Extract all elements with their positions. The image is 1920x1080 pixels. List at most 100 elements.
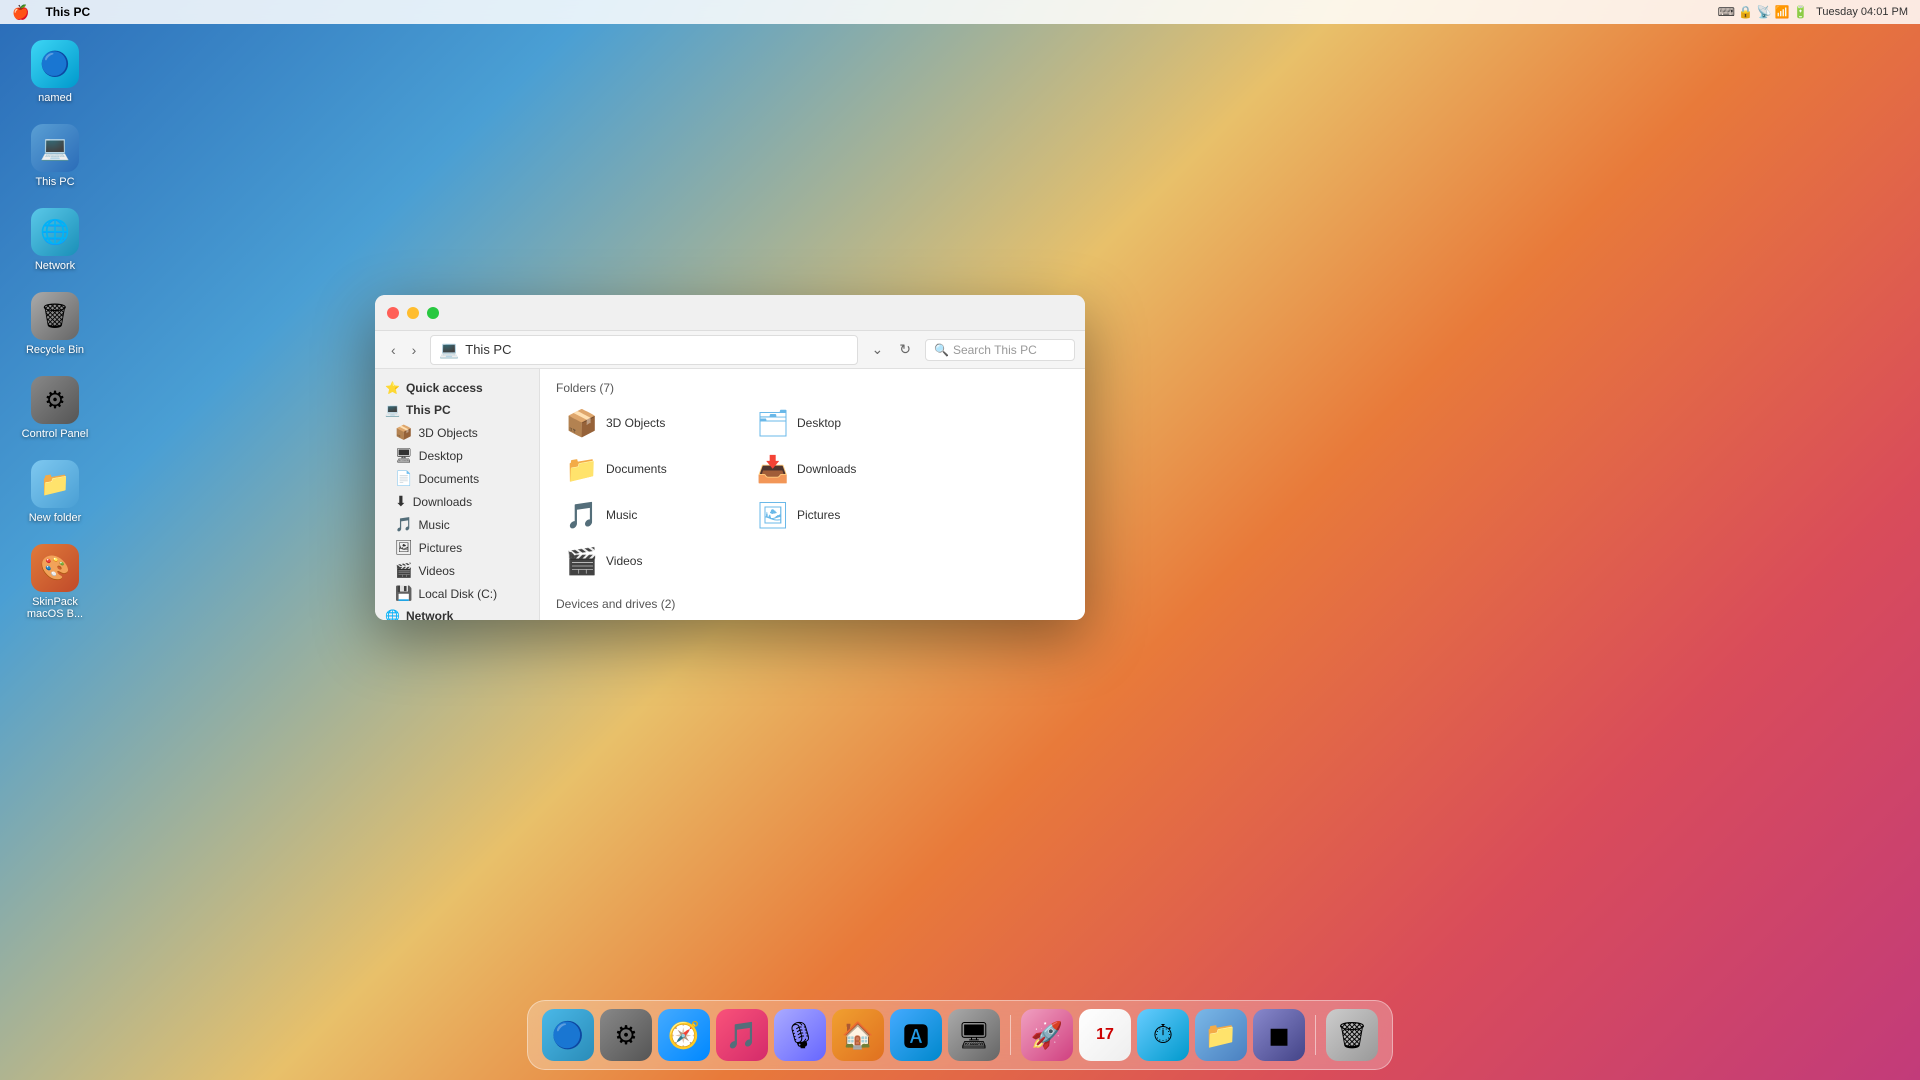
folder-videos-icon: 🎬 [566,547,598,575]
drive-item-c[interactable]: Local Disk (C:) 28.8 GB free of 49.4 GB [556,619,756,620]
downloads-icon: ⬇ [395,493,407,510]
main-content: Folders (7) 📦 3D Objects 🗂 Desktop 📁 Doc… [540,369,1085,620]
search-icon: 🔍 [934,343,949,357]
control-icon: ⚙ [31,376,79,424]
dock-item-finder[interactable]: 🔵 [542,1009,594,1061]
sidebar: ⭐ Quick access 💻 This PC 📦 3D Objects 🖥 … [375,369,540,620]
dock-item-trash[interactable]: 🗑 [1326,1009,1378,1061]
dock-item-safari[interactable]: 🧭 [658,1009,710,1061]
sidebar-item-documents[interactable]: 📄 Documents [383,467,539,490]
folder-downloads-name: Downloads [797,462,856,476]
desktop-icon-recycle[interactable]: 🗑 Recycle Bin [20,292,90,356]
folder-item-documents[interactable]: 📁 Documents [556,449,741,489]
folder-desktop-name: Desktop [797,416,841,430]
sidebar-thispc-icon: 💻 [385,403,400,417]
folder-item-3dobjects[interactable]: 📦 3D Objects [556,403,741,443]
folder-item-desktop[interactable]: 🗂 Desktop [747,403,932,443]
desktop-icon-container: 🔵 named 💻 This PC 🌐 Network 🗑 Recycle Bi… [20,40,90,620]
desktop-icon-newfolder[interactable]: 📁 New folder [20,460,90,524]
sidebar-thispc-items: 📦 3D Objects 🖥 Desktop 📄 Documents ⬇ Dow… [375,421,539,605]
sidebar-item-pictures[interactable]: 🖼 Pictures [383,536,539,559]
network-icon: 🌐 [31,208,79,256]
dock-item-siri[interactable]: 🎙 [774,1009,826,1061]
control-label: Control Panel [22,428,89,440]
documents-icon: 📄 [395,470,412,487]
named-icon: 🔵 [31,40,79,88]
toolbar-controls: ⌄ ↻ [866,338,917,361]
search-placeholder: Search This PC [953,343,1037,357]
folder-documents-icon: 📁 [566,455,598,483]
dock-item-prefs[interactable]: ⚙ [600,1009,652,1061]
sidebar-network-label: Network [406,609,453,620]
window-minimize-button[interactable] [407,307,419,319]
sidebar-item-localdisk[interactable]: 💾 Local Disk (C:) [383,582,539,605]
explorer-window: ‹ › 💻 This PC ⌄ ↻ 🔍 Search This PC ⭐ Qui… [375,295,1085,620]
network-sidebar-icon: 🌐 [385,609,400,620]
dock-item-timemachine[interactable]: ⏱ [1137,1009,1189,1061]
menubar-left: 🍎 This PC [12,4,90,21]
refresh-button[interactable]: ↻ [893,338,917,361]
sidebar-quick-access[interactable]: ⭐ Quick access [375,377,539,399]
address-bar-text: This PC [465,342,511,357]
sidebar-thispc-label: This PC [406,403,451,417]
forward-button[interactable]: › [406,339,423,361]
apple-menu-icon[interactable]: 🍎 [12,4,29,21]
dock-item-scapple[interactable]: ◼ [1253,1009,1305,1061]
drive-grid: Local Disk (C:) 28.8 GB free of 49.4 GB [556,619,1069,620]
localdisk-sidebar-icon: 💾 [395,585,412,602]
pictures-icon: 🖼 [395,539,413,556]
desktop-icon-control[interactable]: ⚙ Control Panel [20,376,90,440]
desktop-icon-named[interactable]: 🔵 named [20,40,90,104]
window-close-button[interactable] [387,307,399,319]
folder-music-name: Music [606,508,637,522]
drive-item-d[interactable]: CD Drive (D:) [762,619,962,620]
sidebar-item-3dobjects[interactable]: 📦 3D Objects [383,421,539,444]
dock-item-bootcamp[interactable]: 🖥 [948,1009,1000,1061]
window-toolbar: ‹ › 💻 This PC ⌄ ↻ 🔍 Search This PC [375,331,1085,369]
sidebar-item-downloads-label: Downloads [413,495,472,509]
menubar-icons: ⌨ 🔒 📡 📶 🔋 [1718,5,1808,19]
dock-item-files[interactable]: 📁 [1195,1009,1247,1061]
dock-item-music[interactable]: 🎵 [716,1009,768,1061]
sidebar-item-videos[interactable]: 🎬 Videos [383,559,539,582]
folders-section-label: Folders (7) [556,381,1069,395]
dock-item-home[interactable]: 🏠 [832,1009,884,1061]
newfolder-label: New folder [29,512,82,524]
window-maximize-button[interactable] [427,307,439,319]
address-bar[interactable]: 💻 This PC [430,335,857,365]
thispc-label: This PC [35,176,74,188]
folder-pictures-name: Pictures [797,508,840,522]
desktop-icon-skinpack[interactable]: 🎨 SkinPack macOS B... [20,544,90,620]
sidebar-item-music-label: Music [418,518,449,532]
dock-item-calendar[interactable]: 17 [1079,1009,1131,1061]
sidebar-thispc-header[interactable]: 💻 This PC [375,399,539,421]
recycle-icon: 🗑 [31,292,79,340]
folder-3dobjects-name: 3D Objects [606,416,665,430]
3dobjects-icon: 📦 [395,424,412,441]
search-bar[interactable]: 🔍 Search This PC [925,339,1075,361]
menubar-right: ⌨ 🔒 📡 📶 🔋 Tuesday 04:01 PM [1718,5,1908,19]
folder-item-music[interactable]: 🎵 Music [556,495,741,535]
sidebar-item-localdisk-label: Local Disk (C:) [418,587,497,601]
desktop-icon-thispc[interactable]: 💻 This PC [20,124,90,188]
sidebar-network[interactable]: 🌐 Network [375,605,539,620]
sidebar-item-downloads[interactable]: ⬇ Downloads [383,490,539,513]
sidebar-item-desktop[interactable]: 🖥 Desktop [383,444,539,467]
recycle-label: Recycle Bin [26,344,84,356]
network-label: Network [35,260,75,272]
back-button[interactable]: ‹ [385,339,402,361]
folder-3dobjects-icon: 📦 [566,409,598,437]
newfolder-icon: 📁 [31,460,79,508]
sidebar-item-music[interactable]: 🎵 Music [383,513,539,536]
dock-item-launchpad[interactable]: 🚀 [1021,1009,1073,1061]
sidebar-item-3dobjects-label: 3D Objects [418,426,477,440]
sidebar-item-pictures-label: Pictures [419,541,462,555]
folder-item-downloads[interactable]: 📥 Downloads [747,449,932,489]
desktop-icon-network[interactable]: 🌐 Network [20,208,90,272]
dock-item-appstore[interactable]: 🅰 [890,1009,942,1061]
folder-desktop-icon: 🗂 [757,409,789,437]
view-toggle-button[interactable]: ⌄ [866,338,890,361]
window-titlebar [375,295,1085,331]
folder-item-videos[interactable]: 🎬 Videos [556,541,741,581]
folder-item-pictures[interactable]: 🖼 Pictures [747,495,932,535]
